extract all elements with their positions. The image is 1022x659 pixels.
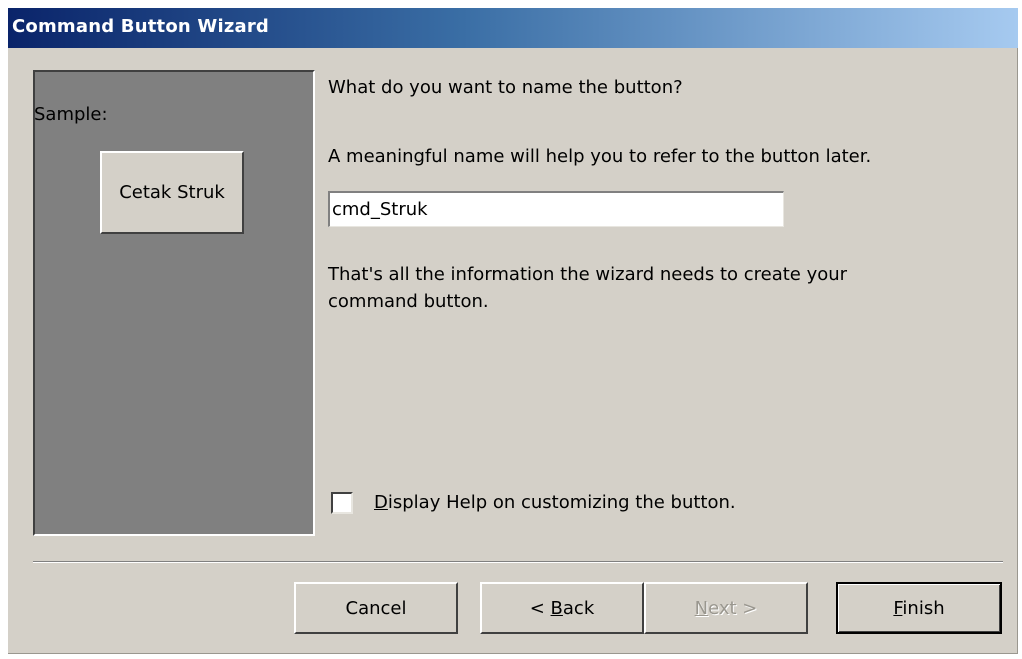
back-mnemonic: B [550, 597, 563, 619]
back-button[interactable]: < Back [480, 582, 644, 634]
next-label: Next > [695, 598, 758, 619]
button-name-input[interactable] [328, 191, 784, 227]
back-rest: ack [562, 597, 595, 619]
cancel-label: Cancel [345, 597, 407, 619]
window-title: Command Button Wizard [12, 16, 269, 37]
question-text: What do you want to name the button? [328, 77, 683, 98]
help-label-rest: isplay Help on customizing the button. [387, 492, 736, 513]
separator-line [33, 561, 1003, 563]
back-prefix: < [529, 597, 551, 619]
sample-panel [33, 70, 315, 536]
title-bar[interactable]: Command Button Wizard [8, 8, 1018, 48]
hint-text: A meaningful name will help you to refer… [328, 146, 872, 167]
finish-rest: inish [902, 597, 945, 619]
sample-label: Sample: [34, 104, 108, 125]
next-mnemonic: N [694, 597, 709, 619]
next-button[interactable]: Next > [644, 582, 808, 634]
help-checkbox[interactable] [331, 492, 353, 514]
info-line-2: command button. [328, 291, 489, 312]
sample-button-caption: Cetak Struk [119, 182, 225, 203]
sample-button-preview: Cetak Struk [100, 151, 244, 234]
finish-button[interactable]: Finish [836, 582, 1002, 634]
back-label: < Back [530, 598, 595, 619]
info-text: That's all the information the wizard ne… [328, 261, 847, 315]
finish-label: Finish [893, 598, 944, 619]
next-rest: ext > [708, 597, 758, 619]
wizard-window: Command Button Wizard Sample: Cetak Stru… [8, 8, 1018, 654]
help-mnemonic: D [374, 492, 388, 513]
info-line-1: That's all the information the wizard ne… [328, 264, 848, 285]
help-checkbox-label[interactable]: Display Help on customizing the button. [374, 492, 736, 513]
cancel-button[interactable]: Cancel [294, 582, 458, 634]
